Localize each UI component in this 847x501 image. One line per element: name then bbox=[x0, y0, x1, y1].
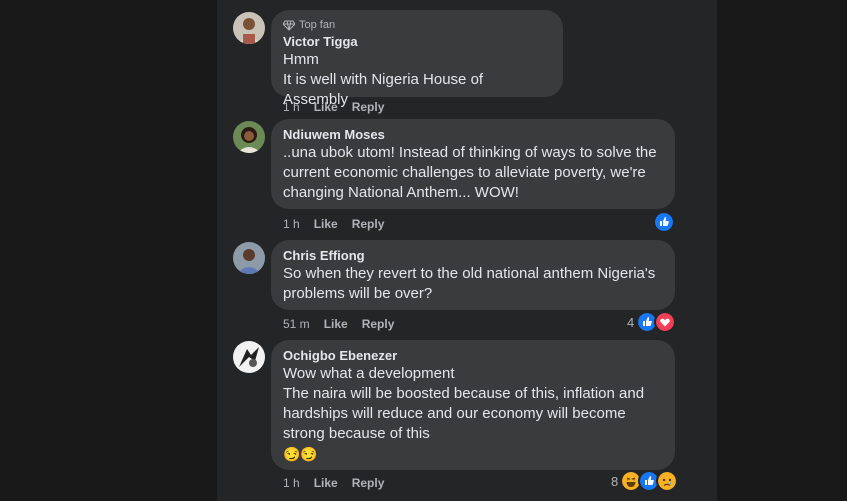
reaction-summary[interactable]: 4 bbox=[627, 311, 677, 333]
like-button[interactable]: Like bbox=[314, 476, 338, 490]
reaction-count: 4 bbox=[627, 314, 635, 330]
reply-button[interactable]: Reply bbox=[362, 317, 395, 331]
comment-actions: 1 h Like Reply bbox=[283, 475, 398, 491]
like-button[interactable]: Like bbox=[314, 217, 338, 231]
comment-bubble: Ndiuwem Moses ..una ubok utom! Instead o… bbox=[271, 119, 675, 209]
author-name[interactable]: Chris Effiong bbox=[283, 248, 663, 264]
like-button[interactable]: Like bbox=[314, 100, 338, 114]
avatar[interactable] bbox=[233, 242, 265, 274]
timestamp[interactable]: 1 h bbox=[283, 476, 300, 490]
comment-text: So when they revert to the old national … bbox=[283, 265, 656, 302]
comment-emoji-line: 😏😏 bbox=[283, 446, 318, 462]
reaction-count: 8 bbox=[611, 473, 619, 489]
user-avatar-icon bbox=[233, 242, 265, 274]
reply-button[interactable]: Reply bbox=[352, 476, 385, 490]
user-avatar-icon bbox=[233, 12, 265, 44]
timestamp[interactable]: 51 m bbox=[283, 317, 310, 331]
avatar[interactable] bbox=[233, 341, 265, 373]
timestamp[interactable]: 1 h bbox=[283, 217, 300, 231]
sad-reaction-icon bbox=[656, 470, 679, 492]
reply-button[interactable]: Reply bbox=[352, 217, 385, 231]
timestamp[interactable]: 1 h bbox=[283, 100, 300, 114]
comment-actions: 51 m Like Reply bbox=[283, 316, 408, 332]
reply-button[interactable]: Reply bbox=[352, 100, 385, 114]
comment-actions: 1 h Like Reply bbox=[283, 216, 398, 232]
avatar[interactable] bbox=[233, 12, 265, 44]
top-fan-badge: Top fan bbox=[283, 18, 551, 32]
comment-actions: 1 h Like Reply bbox=[283, 99, 398, 115]
comment-text: Wow what a development The naira will be… bbox=[283, 365, 645, 442]
author-name[interactable]: Ndiuwem Moses bbox=[283, 127, 663, 143]
diamond-icon bbox=[283, 20, 295, 31]
author-name[interactable]: Victor Tigga bbox=[283, 34, 551, 50]
user-avatar-icon bbox=[233, 121, 265, 153]
comment-bubble: Top fan Victor Tigga Hmm It is well with… bbox=[271, 10, 563, 108]
author-name[interactable]: Ochigbo Ebenezer bbox=[283, 348, 663, 364]
avatar[interactable] bbox=[233, 121, 265, 153]
comment-bubble: Ochigbo Ebenezer Wow what a development … bbox=[271, 340, 675, 470]
like-button[interactable]: Like bbox=[324, 317, 348, 331]
comment-bubble: Chris Effiong So when they revert to the… bbox=[271, 240, 675, 310]
like-reaction-icon bbox=[653, 211, 675, 233]
comments-panel: Top fan Victor Tigga Hmm It is well with… bbox=[217, 0, 717, 501]
love-reaction-icon bbox=[654, 311, 677, 333]
comment-text: ..una ubok utom! Instead of thinking of … bbox=[283, 144, 657, 201]
reaction-summary[interactable] bbox=[653, 211, 675, 233]
reaction-summary[interactable]: 8 bbox=[611, 470, 679, 492]
badge-label: Top fan bbox=[299, 19, 336, 31]
user-avatar-icon bbox=[233, 341, 265, 373]
